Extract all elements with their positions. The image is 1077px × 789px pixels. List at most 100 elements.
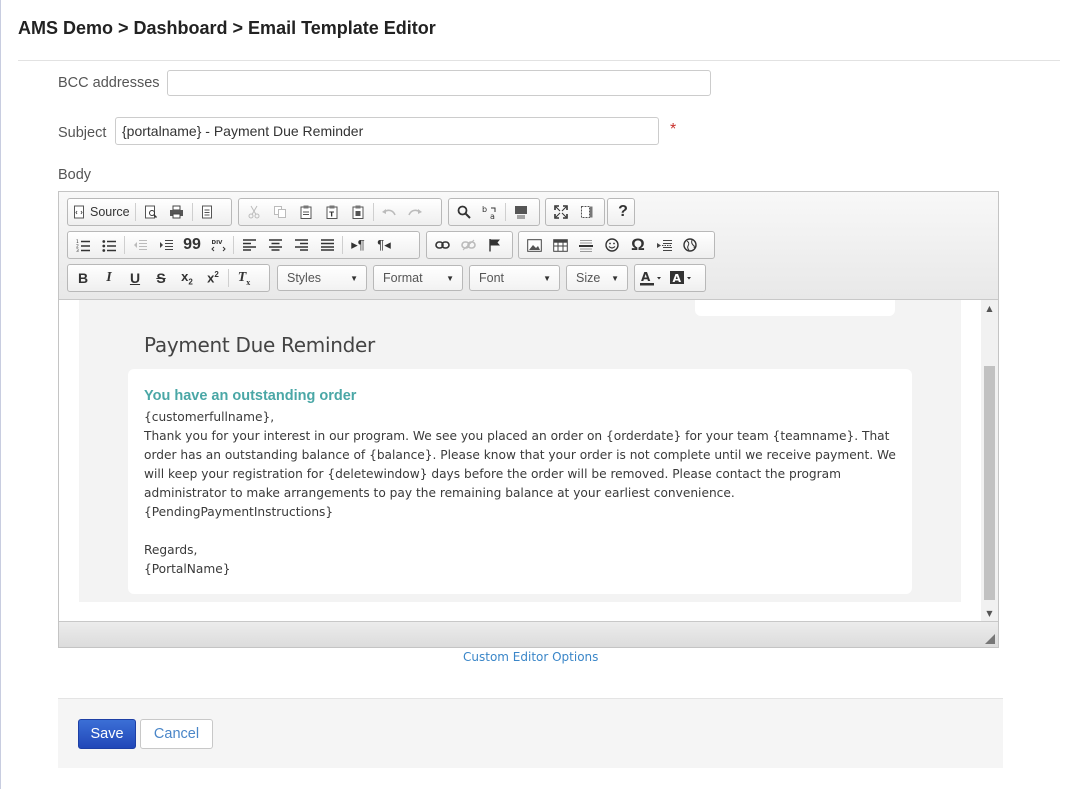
help-button[interactable]: ?: [610, 200, 636, 224]
bulleted-list-button[interactable]: [96, 233, 122, 257]
superscript-button[interactable]: x2: [200, 266, 226, 290]
italic-button[interactable]: I: [96, 266, 122, 290]
paste-button[interactable]: [293, 200, 319, 224]
source-icon: [74, 205, 84, 219]
anchor-button[interactable]: [481, 233, 507, 257]
show-blocks-button[interactable]: [574, 200, 600, 224]
source-label: Source: [90, 205, 130, 219]
select-all-button[interactable]: [508, 200, 534, 224]
table-button[interactable]: [547, 233, 573, 257]
div-container-icon: DIV: [210, 240, 226, 252]
email-top-card: [695, 300, 895, 316]
create-div-button[interactable]: DIV: [205, 233, 231, 257]
strikethrough-button[interactable]: S: [148, 266, 174, 290]
svg-text:DIV: DIV: [211, 240, 223, 246]
editor-scrollbar[interactable]: ▲ ▼: [981, 300, 998, 621]
align-right-button[interactable]: [288, 233, 314, 257]
remove-format-icon: Tx: [237, 269, 251, 287]
templates-button[interactable]: [195, 200, 221, 224]
align-right-icon: [294, 239, 308, 251]
custom-editor-options-link[interactable]: Custom Editor Options: [463, 650, 598, 664]
decrease-indent-button[interactable]: [127, 233, 153, 257]
chevron-down-icon: ▼: [446, 273, 454, 283]
special-character-button[interactable]: Ω: [625, 233, 651, 257]
cut-button[interactable]: [241, 200, 267, 224]
link-icon: [434, 241, 450, 249]
undo-icon: [382, 209, 396, 216]
justify-button[interactable]: [314, 233, 340, 257]
search-icon: [457, 205, 471, 219]
source-button[interactable]: Source: [70, 200, 133, 224]
maximize-button[interactable]: [548, 200, 574, 224]
justify-icon: [320, 239, 334, 251]
paste-text-button[interactable]: T: [319, 200, 345, 224]
format-dropdown[interactable]: Format ▼: [373, 265, 463, 291]
toolbar-group-basic-styles: B I U S x2 x2 Tx: [67, 264, 270, 292]
remove-format-button[interactable]: Tx: [231, 266, 257, 290]
find-button[interactable]: [451, 200, 477, 224]
undo-button[interactable]: [376, 200, 402, 224]
toolbar-group-find: ba: [448, 198, 540, 226]
page-break-icon: [656, 239, 672, 251]
replace-icon: ba: [482, 205, 496, 220]
form-actions: Save Cancel: [58, 698, 1003, 768]
font-dropdown[interactable]: Font ▼: [469, 265, 560, 291]
link-button[interactable]: [429, 233, 455, 257]
underline-button[interactable]: U: [122, 266, 148, 290]
paste-word-button[interactable]: [345, 200, 371, 224]
bcc-input[interactable]: [167, 70, 711, 96]
preview-button[interactable]: [138, 200, 164, 224]
save-button[interactable]: Save: [78, 719, 136, 749]
email-greeting: {customerfullname},: [144, 410, 275, 424]
resize-grip-icon[interactable]: [985, 634, 995, 644]
subscript-button[interactable]: x2: [174, 266, 200, 290]
cancel-button[interactable]: Cancel: [140, 719, 213, 749]
redo-button[interactable]: [402, 200, 428, 224]
scroll-up-arrow-icon[interactable]: ▲: [981, 300, 998, 316]
print-button[interactable]: [164, 200, 190, 224]
size-dropdown[interactable]: Size ▼: [566, 265, 628, 291]
align-center-icon: [268, 239, 282, 251]
subscript-icon: x2: [181, 269, 193, 287]
preview-icon: [144, 205, 157, 219]
numbered-list-button[interactable]: 123: [70, 233, 96, 257]
image-button[interactable]: [521, 233, 547, 257]
align-center-button[interactable]: [262, 233, 288, 257]
bcc-label: BCC addresses: [58, 75, 160, 91]
toolbar-group-clipboard: T: [238, 198, 442, 226]
bold-button[interactable]: B: [70, 266, 96, 290]
subject-input[interactable]: [115, 117, 659, 145]
svg-text:A: A: [673, 272, 682, 285]
replace-button[interactable]: ba: [477, 200, 503, 224]
unlink-button[interactable]: [455, 233, 481, 257]
ltr-button[interactable]: ▸¶: [345, 233, 371, 257]
indent-icon: [160, 239, 173, 250]
toolbar-group-paragraph: 123 99 DIV ▸¶ ¶◂: [67, 231, 420, 259]
unlink-icon: [460, 239, 476, 251]
toolbar-group-document: Source: [67, 198, 232, 226]
styles-dropdown[interactable]: Styles ▼: [277, 265, 367, 291]
show-blocks-icon: [581, 206, 593, 218]
toolbar-separator: [505, 203, 506, 221]
rtl-button[interactable]: ¶◂: [371, 233, 397, 257]
horizontal-line-button[interactable]: [573, 233, 599, 257]
scroll-down-arrow-icon[interactable]: ▼: [981, 605, 998, 621]
table-icon: [552, 238, 568, 252]
redo-icon: [408, 209, 422, 216]
svg-text:b: b: [482, 205, 487, 214]
align-left-button[interactable]: [236, 233, 262, 257]
iframe-button[interactable]: [677, 233, 703, 257]
text-color-button[interactable]: A: [637, 266, 667, 290]
page-break-button[interactable]: [651, 233, 677, 257]
email-wrapper: Payment Due Reminder You have an outstan…: [79, 300, 961, 602]
editor-content[interactable]: Payment Due Reminder You have an outstan…: [59, 300, 998, 621]
smiley-button[interactable]: [599, 233, 625, 257]
copy-button[interactable]: [267, 200, 293, 224]
increase-indent-button[interactable]: [153, 233, 179, 257]
select-all-icon: [515, 205, 527, 218]
scrollbar-thumb[interactable]: [984, 366, 995, 600]
blockquote-button[interactable]: 99: [179, 233, 205, 257]
background-color-button[interactable]: A: [667, 266, 697, 290]
size-dropdown-label: Size: [576, 271, 601, 285]
toolbar-group-insert: Ω: [518, 231, 715, 259]
